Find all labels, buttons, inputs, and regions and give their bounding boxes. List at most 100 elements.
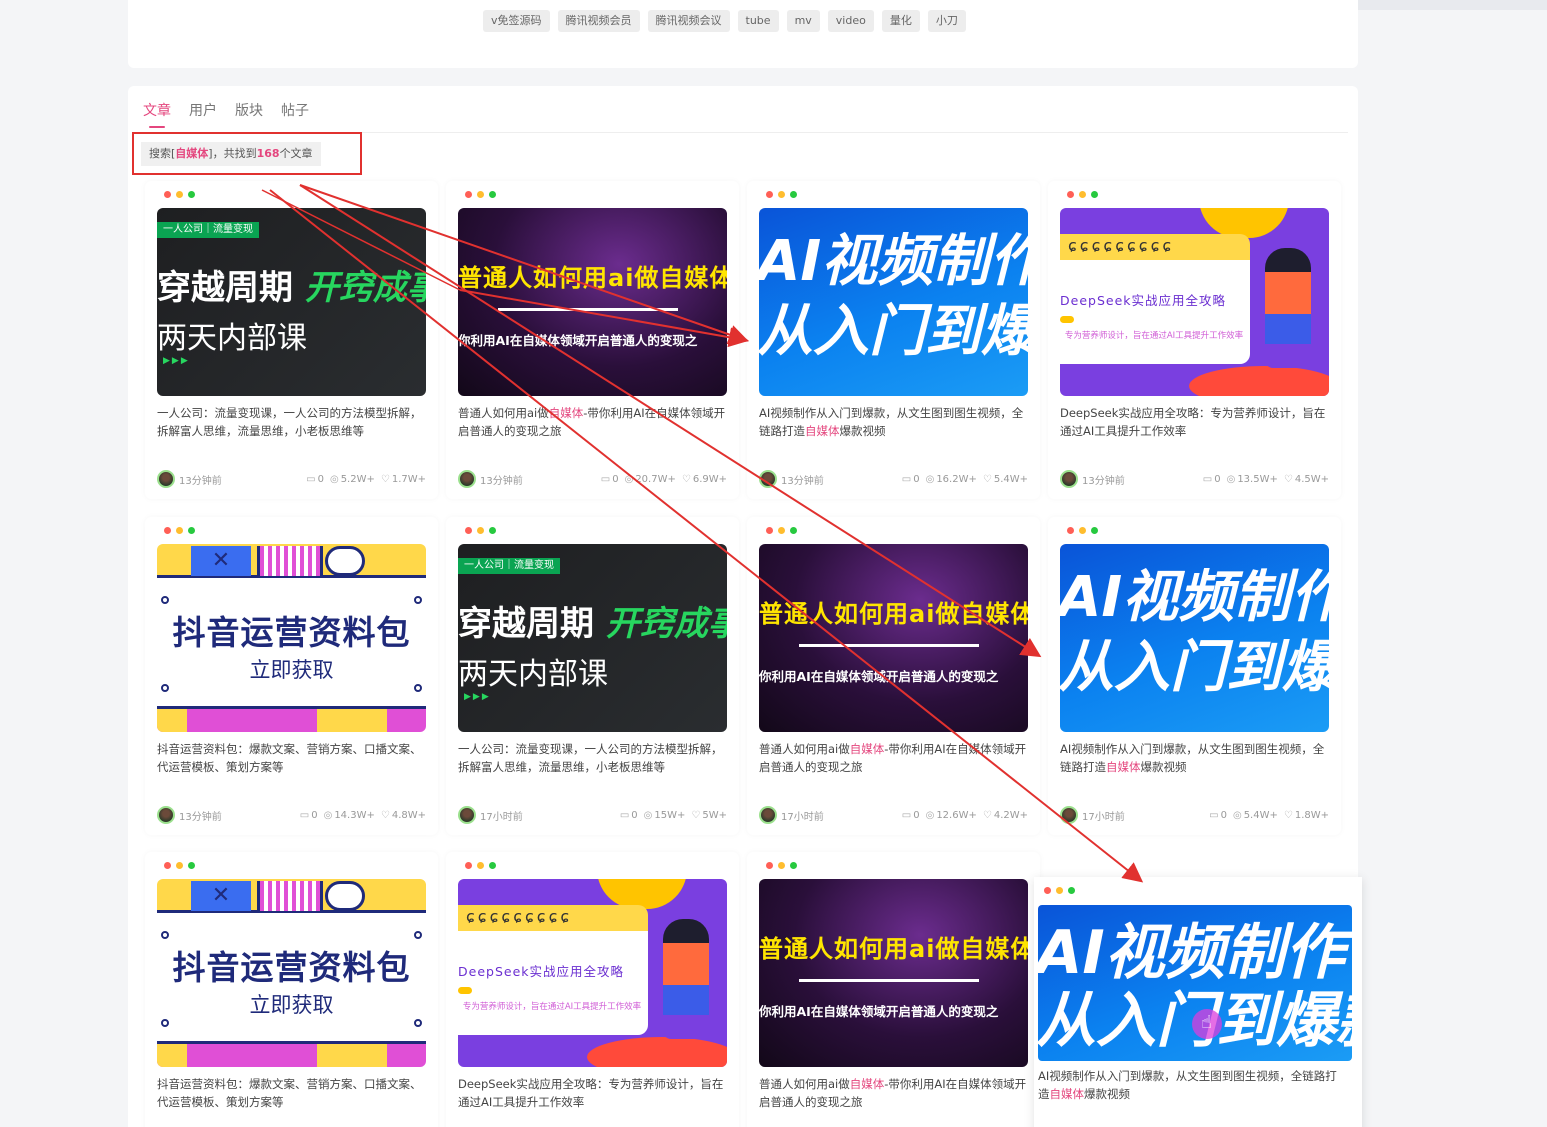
like-value: 1.8W+	[1294, 809, 1329, 821]
article-title[interactable]: DeepSeek实战应用全攻略：专为营养师设计，旨在通过AI工具提升工作效率	[1060, 404, 1330, 440]
thumb-headline: 穿越周期 开窍成事	[458, 596, 727, 645]
thumb-illustration	[663, 919, 709, 1039]
title-keyword: 自媒体	[548, 406, 584, 420]
comment-icon: ▭	[306, 473, 316, 485]
title-text: 普通人如何用ai做	[458, 406, 549, 420]
title-keyword: 自媒体	[805, 424, 840, 438]
tab-articles[interactable]: 文章	[143, 98, 171, 128]
thumb-headline: 普通人如何用ai做自媒体	[759, 600, 1028, 628]
thumb-headline: 抖音运营资料包	[172, 613, 411, 652]
article-thumbnail[interactable]: ɕɕɕɕɕɕɕɕɕ DeepSeek实战应用全攻略 专为营养师设计，旨在通过AI工具…	[1060, 208, 1329, 396]
article-title[interactable]: 一人公司：流量变现课，一人公司的方法模型拆解， 拆解富人思维，流量思维，小老板思…	[458, 740, 728, 776]
article-card[interactable]: 普通人如何用ai做自媒体 你利用AI在自媒体领域开启普通人的变现之 普通人如何用ai…	[747, 517, 1040, 835]
article-card[interactable]: AI视频制作从入门到爆款 AI视频制作从入门到爆款，从文生图到图生视频，全链路打造…	[1048, 517, 1341, 835]
article-card[interactable]: 普通人如何用ai做自媒体 你利用AI在自媒体领域开启普通人的变现之普通人如何用ai…	[747, 852, 1040, 1127]
post-time: 17小时前	[781, 811, 824, 823]
avatar[interactable]	[759, 470, 777, 488]
tag-item[interactable]: 量化	[881, 10, 920, 32]
article-thumbnail[interactable]: ✕ 抖音运营资料包 立即获取	[157, 544, 426, 732]
window-dot	[477, 191, 484, 198]
avatar[interactable]	[1060, 470, 1078, 488]
like-value: 4.8W+	[391, 809, 426, 821]
article-card[interactable]: 一人公司｜流量变现穿越周期 开窍成事两天内部课▶▶▶ 一人公司：流量变现课，一人公…	[145, 181, 438, 499]
article-title[interactable]: 普通人如何用ai做自媒体-带你利用AI在自媒体领域开启普通人的变现之旅	[759, 1075, 1029, 1111]
tag-item[interactable]: 腾讯视频会员	[557, 10, 640, 32]
avatar[interactable]	[157, 806, 175, 824]
article-thumbnail[interactable]: AI视频制作从入门到爆款	[759, 208, 1028, 396]
thumb-decor	[414, 1019, 422, 1027]
view-count: ◎ 5.2W+	[330, 474, 375, 485]
thumb-up-icon: ♡	[982, 809, 992, 821]
window-dots	[766, 527, 797, 534]
eye-icon: ◎	[624, 473, 634, 485]
thumb-divider	[498, 308, 678, 311]
eye-icon: ◎	[323, 809, 333, 821]
window-dot	[176, 862, 183, 869]
tag-item[interactable]: 小刀	[927, 10, 966, 32]
window-dot	[489, 527, 496, 534]
article-card[interactable]: 普通人如何用ai做自媒体 你利用AI在自媒体领域开启普通人的变现之普通人如何用ai…	[446, 181, 739, 499]
avatar[interactable]	[759, 806, 777, 824]
article-title[interactable]: AI视频制作从入门到爆款，从文生图到图生视频，全链路打造自媒体爆款视频	[1038, 1067, 1348, 1103]
thumb-headline: 抖音运营资料包	[172, 948, 411, 987]
thumb-up-icon: ♡	[1283, 809, 1293, 821]
dragged-article-card[interactable]: AI视频制作从入门到爆款☝ AI视频制作从入门到爆款，从文生图到图生视频，全链路打…	[1034, 877, 1362, 1127]
thumb-decor	[161, 931, 169, 939]
article-title[interactable]: 抖音运营资料包：爆款文案、营销方案、口播文案、代运营模板、策划方案等	[157, 740, 427, 776]
tab-users[interactable]: 用户	[189, 98, 217, 128]
title-text: 爆款视频	[1084, 1087, 1130, 1101]
avatar[interactable]	[1060, 806, 1078, 824]
article-thumbnail[interactable]: 一人公司｜流量变现穿越周期 开窍成事两天内部课▶▶▶	[458, 544, 727, 732]
article-thumbnail[interactable]: ɕɕɕɕɕɕɕɕɕ DeepSeek实战应用全攻略 专为营养师设计，旨在通过AI工具…	[458, 879, 727, 1067]
thumb-decor	[257, 881, 323, 911]
window-dot	[1056, 887, 1063, 894]
comment-count: ▭ 0	[902, 810, 920, 821]
article-thumbnail[interactable]: ✕ 抖音运营资料包 立即获取	[157, 879, 426, 1067]
tag-item[interactable]: 腾讯视频会议	[647, 10, 730, 32]
article-thumbnail[interactable]: 一人公司｜流量变现穿越周期 开窍成事两天内部课▶▶▶	[157, 208, 426, 396]
comment-icon: ▭	[901, 809, 912, 821]
avatar[interactable]	[458, 806, 476, 824]
article-title[interactable]: 普通人如何用ai做自媒体-带你利用AI在自媒体领域开启普通人的变现之旅	[759, 740, 1029, 776]
eye-icon: ◎	[925, 809, 935, 821]
tag-list: v免签源码 腾讯视频会员 腾讯视频会议 tube mv video 量化 小刀	[483, 10, 966, 32]
article-title[interactable]: 普通人如何用ai做自媒体-带你利用AI在自媒体领域开启普通人的变现之旅	[458, 404, 728, 440]
window-dot	[778, 191, 785, 198]
article-card[interactable]: ✕ 抖音运营资料包 立即获取抖音运营资料包：爆款文案、营销方案、口播文案、代运营模板…	[145, 852, 438, 1127]
article-card[interactable]: AI视频制作从入门到爆款 AI视频制作从入门到爆款，从文生图到图生视频，全链路打造…	[747, 181, 1040, 499]
article-card[interactable]: ✕ 抖音运营资料包 立即获取抖音运营资料包：爆款文案、营销方案、口播文案、代运营模板…	[145, 517, 438, 835]
thumb-headline-a: 穿越周期	[458, 604, 594, 644]
article-card[interactable]: ɕɕɕɕɕɕɕɕɕ DeepSeek实战应用全攻略 专为营养师设计，旨在通过AI工具…	[1048, 181, 1341, 499]
tab-sections[interactable]: 版块	[235, 98, 263, 128]
window-dot	[465, 191, 472, 198]
article-card[interactable]: ɕɕɕɕɕɕɕɕɕ DeepSeek实战应用全攻略 专为营养师设计，旨在通过AI工具…	[446, 852, 739, 1127]
article-title[interactable]: AI视频制作从入门到爆款，从文生图到图生视频，全链路打造自媒体爆款视频	[1060, 740, 1330, 776]
tag-item[interactable]: v免签源码	[483, 10, 550, 32]
comment-value: 0	[631, 809, 638, 821]
window-dots	[465, 862, 496, 869]
thumb-subline: 两天内部课	[157, 321, 307, 356]
article-thumbnail[interactable]: AI视频制作从入门到爆款	[1060, 544, 1329, 732]
thumb-arrows: ▶▶▶	[464, 692, 491, 702]
article-title[interactable]: AI视频制作从入门到爆款，从文生图到图生视频，全链路打造自媒体爆款视频	[759, 404, 1029, 440]
thumb-decor	[1060, 316, 1074, 323]
thumb-subline: 专为营养师设计，旨在通过AI工具提升工作效率	[462, 1002, 642, 1012]
tag-item[interactable]: mv	[786, 10, 820, 32]
avatar[interactable]	[157, 470, 175, 488]
tag-item[interactable]: video	[827, 10, 874, 32]
like-count: ♡ 4.5W+	[1284, 474, 1329, 485]
article-thumbnail[interactable]: AI视频制作从入门到爆款☝	[1038, 905, 1352, 1061]
article-title[interactable]: DeepSeek实战应用全攻略：专为营养师设计，旨在通过AI工具提升工作效率	[458, 1075, 728, 1111]
article-card[interactable]: 一人公司｜流量变现穿越周期 开窍成事两天内部课▶▶▶ 一人公司：流量变现课，一人公…	[446, 517, 739, 835]
article-meta: 13分钟前 ▭ 0 ◎ 14.3W+ ♡ 4.8W+	[157, 805, 426, 825]
article-thumbnail[interactable]: 普通人如何用ai做自媒体 你利用AI在自媒体领域开启普通人的变现之	[759, 544, 1028, 732]
tab-posts[interactable]: 帖子	[281, 98, 309, 128]
window-dot	[1079, 191, 1086, 198]
article-thumbnail[interactable]: 普通人如何用ai做自媒体 你利用AI在自媒体领域开启普通人的变现之	[759, 879, 1028, 1067]
article-title[interactable]: 一人公司：流量变现课，一人公司的方法模型拆解， 拆解富人思维，流量思维，小老板思…	[157, 404, 427, 440]
article-thumbnail[interactable]: 普通人如何用ai做自媒体 你利用AI在自媒体领域开启普通人的变现之	[458, 208, 727, 396]
avatar[interactable]	[458, 470, 476, 488]
article-title[interactable]: 抖音运营资料包：爆款文案、营销方案、口播文案、代运营模板、策划方案等	[157, 1075, 427, 1111]
tag-item[interactable]: tube	[737, 10, 779, 32]
post-time: 17小时前	[1082, 811, 1125, 823]
